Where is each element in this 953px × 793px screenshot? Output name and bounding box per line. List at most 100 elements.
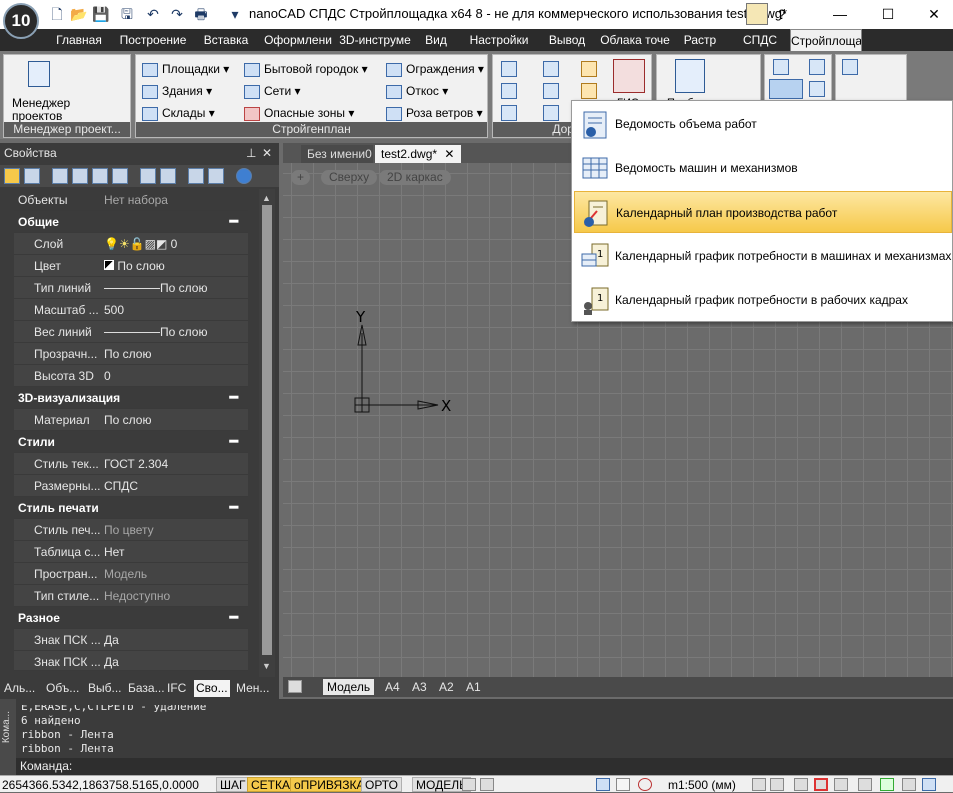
visual-style-button[interactable]: 2D каркас: [379, 170, 451, 185]
prop-row-color[interactable]: Цвет По слою: [14, 255, 248, 277]
new-icon[interactable]: 🗋: [48, 5, 66, 23]
pin-icon[interactable]: ⊥: [246, 143, 256, 163]
select-objects-icon[interactable]: [4, 168, 20, 184]
doc-table-icon[interactable]: [809, 59, 825, 75]
select-similar-icon[interactable]: [92, 168, 108, 184]
tab-settings[interactable]: Настройки: [464, 29, 534, 51]
prop-row-space[interactable]: Простран... Модель: [14, 563, 248, 585]
bytovoy-gorodok-button[interactable]: Бытовой городок ▾: [244, 59, 368, 79]
select-all-icon[interactable]: [72, 168, 88, 184]
tab-selection[interactable]: Выб...: [88, 680, 126, 697]
otkos-button[interactable]: Откос ▾: [386, 81, 448, 101]
snap-toggle[interactable]: ШАГ: [216, 777, 250, 792]
prop-row-dimstyle[interactable]: Размерны... СПДС: [14, 475, 248, 497]
doc-close-icon[interactable]: ✕: [444, 147, 454, 161]
minimize-button[interactable]: —: [820, 3, 860, 25]
undo-icon[interactable]: ↶: [144, 5, 162, 23]
zoom-extents-icon[interactable]: [834, 778, 848, 791]
gis-icon[interactable]: [613, 59, 645, 93]
project-manager-button[interactable]: Менеджер проектов: [12, 97, 70, 123]
print-icon[interactable]: 🖶: [192, 5, 210, 23]
collapse-icon[interactable]: [188, 168, 204, 184]
marker-pin-icon[interactable]: [581, 83, 597, 99]
tab-view[interactable]: Вид: [418, 29, 454, 51]
tab-insert[interactable]: Вставка: [198, 29, 254, 51]
pan-icon[interactable]: [752, 778, 766, 791]
roza-vetrov-button[interactable]: Роза ветров ▾: [386, 103, 483, 123]
save-icon[interactable]: 💾: [92, 5, 110, 23]
menu-item-workers-schedule[interactable]: 1 Календарный график потребности в рабоч…: [574, 279, 952, 321]
ploshadki-button[interactable]: Площадки ▾: [142, 59, 229, 79]
open-icon[interactable]: 📂: [70, 5, 88, 23]
prop-row-ucs-icon[interactable]: Знак ПСК ... Да: [14, 629, 248, 651]
app-logo[interactable]: 10: [3, 3, 39, 39]
zoom-icon[interactable]: [794, 778, 808, 791]
prop-row-ucs-origin[interactable]: Знак ПСК ... Да: [14, 651, 248, 671]
opasnye-zony-button[interactable]: Опасные зоны ▾: [244, 103, 354, 123]
prop-row-layer[interactable]: Слой 💡☀🔓▨◩ 0: [14, 233, 248, 255]
isolate-icon[interactable]: [638, 778, 652, 791]
help-icon[interactable]: [236, 168, 252, 184]
prop-row-plotstyletype[interactable]: Тип стиле... Недоступно: [14, 585, 248, 607]
tab-objects[interactable]: Объ...: [46, 680, 84, 697]
prop-row-material[interactable]: Материал По слою: [14, 409, 248, 431]
ortho-toggle[interactable]: ОРТО: [361, 777, 402, 792]
menu-item-machines-schedule[interactable]: 1 Календарный график потребности в машин…: [574, 235, 952, 277]
zoom-window-icon[interactable]: [814, 778, 828, 791]
calendar-plan-dropdown-button[interactable]: [769, 79, 803, 99]
zdaniya-button[interactable]: Здания ▾: [142, 81, 212, 101]
tab-stroyploshadka[interactable]: Стройплоща: [790, 29, 862, 51]
marker-icon[interactable]: [581, 61, 597, 77]
prop-row-plotstyle[interactable]: Стиль печ... По цвету: [14, 519, 248, 541]
expand-icon[interactable]: [208, 168, 224, 184]
project-manager-icon[interactable]: [28, 61, 50, 87]
command-window-handle[interactable]: Кома...: [0, 699, 16, 775]
layout-tab-a2[interactable]: A2: [435, 679, 458, 695]
dropdown-icon[interactable]: [480, 778, 494, 791]
annotation-icon[interactable]: [596, 778, 610, 791]
table-icon[interactable]: [842, 59, 858, 75]
import-icon[interactable]: [160, 168, 176, 184]
doc-list-icon[interactable]: [809, 81, 825, 97]
toggle-pickadd-icon[interactable]: [24, 168, 40, 184]
tab-output[interactable]: Вывод: [546, 29, 588, 51]
bulb-status-icon[interactable]: [616, 778, 630, 791]
tab-3d-tools[interactable]: 3D-инструме: [338, 29, 412, 51]
prop-row-linetype[interactable]: Тип линий По слою: [14, 277, 248, 299]
viewport-lock-icon[interactable]: [462, 778, 476, 791]
viewport-menu-button[interactable]: +: [291, 170, 311, 185]
annotation-scale[interactable]: m1:500 (мм): [668, 778, 736, 792]
export-icon[interactable]: [140, 168, 156, 184]
regen-icon[interactable]: [880, 778, 894, 791]
maximize-button[interactable]: ☐: [868, 3, 908, 25]
category-general[interactable]: Общие ━: [14, 211, 248, 233]
layout-tab-model[interactable]: Модель: [323, 679, 375, 695]
redo-icon[interactable]: ↷: [168, 5, 186, 23]
tab-raster[interactable]: Растр: [680, 29, 720, 51]
doc-tab-test2[interactable]: test2.dwg* ✕: [375, 145, 461, 163]
prop-row-lineweight[interactable]: Вес линий По слою: [14, 321, 248, 343]
quick-select-icon[interactable]: [52, 168, 68, 184]
menu-item-work-volume[interactable]: Ведомость объема работ: [574, 103, 952, 145]
tab-alignment[interactable]: Аль...: [4, 680, 40, 697]
tab-database[interactable]: База...: [128, 680, 164, 697]
layouts-menu-icon[interactable]: [288, 680, 302, 693]
command-input[interactable]: Команда:: [16, 758, 953, 775]
info-icon[interactable]: [746, 3, 768, 25]
scroll-up-icon[interactable]: ▲: [262, 193, 271, 203]
tab-manager[interactable]: Мен...: [236, 680, 276, 697]
tab-home[interactable]: Главная: [52, 29, 106, 51]
category-misc[interactable]: Разное ━: [14, 607, 248, 629]
prop-row-textstyle[interactable]: Стиль тек... ГОСТ 2.304: [14, 453, 248, 475]
layout-tab-a1[interactable]: A1: [462, 679, 485, 695]
category-plotstyle[interactable]: Стиль печати ━: [14, 497, 248, 519]
road-grid-icon[interactable]: [543, 105, 559, 121]
sklady-button[interactable]: Склады ▾: [142, 103, 215, 123]
road-node-icon[interactable]: [501, 105, 517, 121]
fullscreen-icon[interactable]: [922, 778, 936, 791]
layout-tab-a4[interactable]: A4: [381, 679, 404, 695]
scroll-thumb[interactable]: [262, 205, 272, 655]
hand-icon[interactable]: [770, 778, 784, 791]
road-edit-icon[interactable]: [543, 61, 559, 77]
tab-build[interactable]: Построение: [114, 29, 192, 51]
